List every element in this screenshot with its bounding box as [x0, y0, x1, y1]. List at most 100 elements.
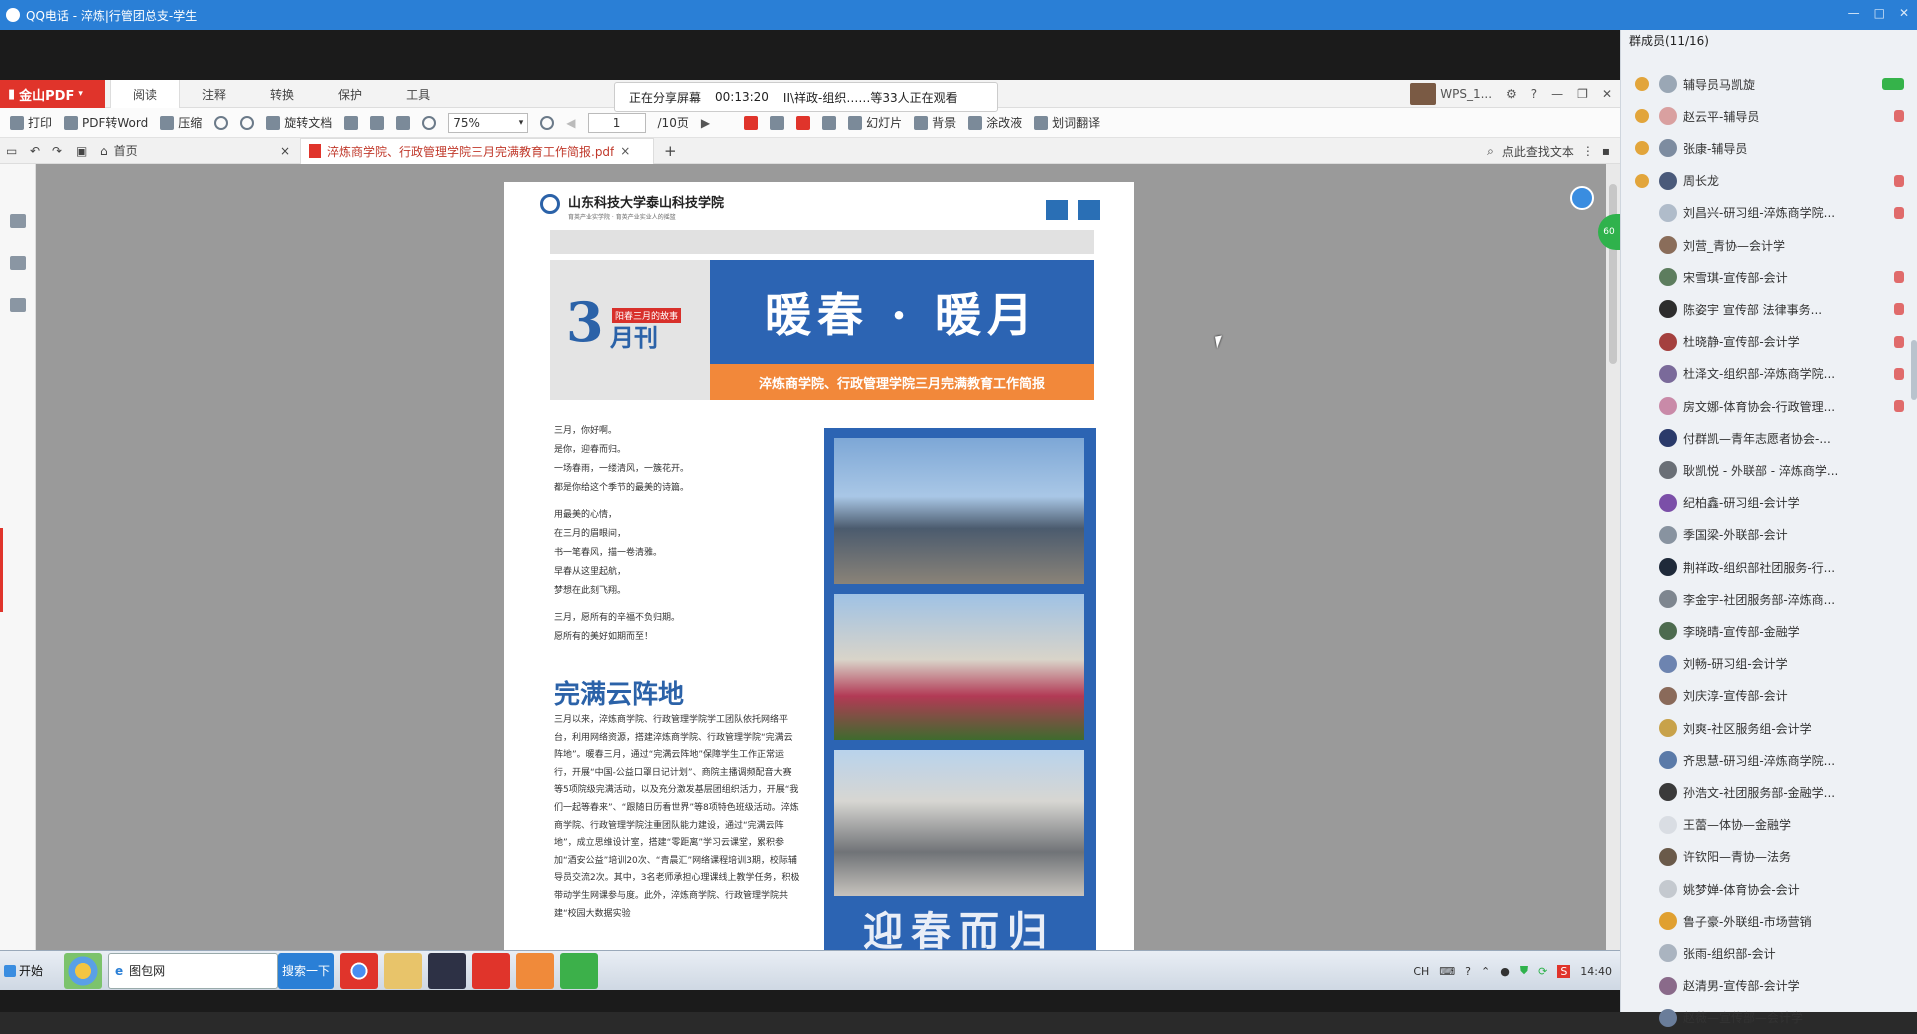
- input-language[interactable]: CH: [1413, 965, 1429, 978]
- mic-muted-icon[interactable]: [1894, 271, 1904, 284]
- redo-icon[interactable]: ↷: [52, 144, 62, 158]
- game-icon[interactable]: [428, 952, 466, 989]
- minimize-icon[interactable]: —: [1848, 6, 1860, 20]
- member-row[interactable]: 辅导员马凯旋: [1621, 68, 1917, 100]
- help-icon[interactable]: ?: [1531, 87, 1537, 101]
- menu-read[interactable]: 阅读: [110, 80, 181, 108]
- member-row[interactable]: 赵云平-辅导员: [1621, 100, 1917, 132]
- save-icon[interactable]: ▣: [76, 144, 87, 158]
- member-row[interactable]: 宋雪琪-宣传部-会计: [1621, 261, 1917, 293]
- minimize-icon[interactable]: —: [1551, 87, 1563, 101]
- mic-muted-icon[interactable]: [1894, 303, 1904, 316]
- menu-tools[interactable]: 工具: [384, 80, 452, 108]
- menu-annotate[interactable]: 注释: [180, 80, 248, 108]
- single-page-icon[interactable]: [344, 115, 359, 130]
- next-page-icon[interactable]: ▶: [701, 116, 710, 130]
- scrollbar-thumb[interactable]: [1609, 184, 1617, 364]
- more-icon[interactable]: ⋮: [1582, 144, 1594, 158]
- member-row[interactable]: 杜晓静-宣传部-会计学: [1621, 326, 1917, 358]
- close-icon[interactable]: ×: [620, 144, 630, 158]
- bookmark-icon[interactable]: [744, 115, 759, 130]
- mic-muted-icon[interactable]: [1894, 110, 1904, 123]
- member-row[interactable]: 刘畅-研习组-会计学: [1621, 648, 1917, 680]
- member-row[interactable]: 鲁子豪-外联组-市场营销: [1621, 905, 1917, 937]
- layout-icon[interactable]: [770, 115, 785, 130]
- ie-browser-icon[interactable]: [560, 952, 598, 989]
- member-row[interactable]: 付群凯—青年志愿者协会-...: [1621, 422, 1917, 454]
- restore-icon[interactable]: ❐: [1577, 87, 1588, 101]
- member-row[interactable]: 王蕾—体协—金融学: [1621, 809, 1917, 841]
- member-row[interactable]: 耿凯悦 - 外联部 - 淬炼商学...: [1621, 454, 1917, 486]
- translate-button[interactable]: 划词翻译: [1034, 114, 1100, 131]
- member-row[interactable]: 周长龙: [1621, 165, 1917, 197]
- attachment-icon[interactable]: [9, 298, 26, 312]
- thumbnail-icon[interactable]: [9, 256, 26, 270]
- settings-icon[interactable]: ⚙: [1506, 87, 1517, 101]
- outline-icon[interactable]: [9, 214, 26, 228]
- background-button[interactable]: 背景: [914, 114, 956, 131]
- wps-pdf-icon[interactable]: [472, 952, 510, 989]
- qq-tray-icon[interactable]: ●: [1500, 965, 1510, 978]
- rotate-left-icon[interactable]: [214, 115, 229, 130]
- member-row[interactable]: 刘庆淳-宣传部-会计: [1621, 680, 1917, 712]
- eraser-button[interactable]: 涂改液: [968, 114, 1022, 131]
- open-folder-icon[interactable]: ▭: [6, 144, 17, 158]
- member-row[interactable]: 李金宇-社团服务部-淬炼商...: [1621, 583, 1917, 615]
- chrome-icon[interactable]: [340, 952, 378, 989]
- zoom-select[interactable]: 75% ▾: [448, 112, 529, 133]
- highlight-icon[interactable]: [796, 115, 811, 130]
- keyboard-icon[interactable]: ⌨: [1439, 965, 1455, 978]
- find-text-button[interactable]: 点此查找文本: [1502, 143, 1574, 160]
- member-row[interactable]: 李晓晴-宣传部-金融学: [1621, 615, 1917, 647]
- clock[interactable]: 14:40: [1580, 965, 1612, 978]
- member-row[interactable]: 赵薇—宣传部—会计学: [1621, 1002, 1917, 1034]
- member-row[interactable]: 许钦阳—青协—法务: [1621, 841, 1917, 873]
- member-row[interactable]: 陈姿宇 宣传部 法律事务...: [1621, 293, 1917, 325]
- new-tab-icon[interactable]: +: [664, 142, 677, 160]
- browser-address-bar[interactable]: e 图包网: [108, 952, 278, 989]
- brand-button[interactable]: ▮ 金山PDF ▾: [0, 80, 105, 108]
- close-icon[interactable]: ✕: [1899, 6, 1909, 20]
- member-row[interactable]: 纪柏鑫-研习组-会计学: [1621, 487, 1917, 519]
- mic-muted-icon[interactable]: [1894, 400, 1904, 412]
- vertical-scrollbar[interactable]: [1606, 164, 1620, 950]
- maximize-icon[interactable]: □: [1874, 6, 1885, 20]
- mic-muted-icon[interactable]: [1894, 335, 1904, 348]
- fullscreen-icon[interactable]: [822, 115, 837, 130]
- undo-icon[interactable]: ↶: [30, 144, 40, 158]
- member-row[interactable]: 赵清男-宣传部-会计学: [1621, 970, 1917, 1002]
- rotate-right-icon[interactable]: [240, 115, 255, 130]
- slideshow-button[interactable]: 幻灯片: [848, 114, 902, 131]
- menu-convert[interactable]: 转换: [248, 80, 316, 108]
- wps-user[interactable]: WPS_1...: [1410, 83, 1492, 105]
- member-row[interactable]: 杜泽文-组织部-淬炼商学院...: [1621, 358, 1917, 390]
- remote-control-icon[interactable]: [1570, 186, 1594, 210]
- member-row[interactable]: 季国梁-外联部-会计: [1621, 519, 1917, 551]
- security-icon[interactable]: ⛊: [1520, 964, 1528, 978]
- member-row[interactable]: 齐思慧-研习组-淬炼商学院...: [1621, 744, 1917, 776]
- page-number-input[interactable]: 1: [587, 112, 646, 133]
- member-row[interactable]: 刘爽-社区服务组-会计学: [1621, 712, 1917, 744]
- menu-protect[interactable]: 保护: [316, 80, 384, 108]
- member-row[interactable]: 张康-辅导员: [1621, 132, 1917, 164]
- member-row[interactable]: 荆祥政-组织部社团服务-行...: [1621, 551, 1917, 583]
- member-row[interactable]: 孙浩文-社团服务部-金融学...: [1621, 776, 1917, 808]
- tray-expand-icon[interactable]: ⌃: [1481, 965, 1490, 978]
- continuous-page-icon[interactable]: [396, 115, 411, 130]
- zoom-in-icon[interactable]: [540, 115, 555, 130]
- double-page-icon[interactable]: [370, 115, 385, 130]
- member-row[interactable]: 姚梦婵-体育协会-会计: [1621, 873, 1917, 905]
- member-row[interactable]: 刘昌兴-研习组-淬炼商学院...: [1621, 197, 1917, 229]
- member-row[interactable]: 张雨-组织部-会计: [1621, 937, 1917, 969]
- app-launcher-icon[interactable]: [64, 952, 102, 989]
- folder-icon[interactable]: [384, 952, 422, 989]
- collapse-icon[interactable]: ▪: [1602, 144, 1610, 158]
- member-row[interactable]: 刘营_青协—会计学: [1621, 229, 1917, 261]
- member-row[interactable]: 房文娜-体育协会-行政管理...: [1621, 390, 1917, 422]
- sync-icon[interactable]: ⟳: [1538, 965, 1547, 978]
- zoom-out-icon[interactable]: [422, 115, 437, 130]
- ime-icon[interactable]: S: [1557, 964, 1571, 978]
- mic-muted-icon[interactable]: [1894, 174, 1904, 187]
- mic-muted-icon[interactable]: [1894, 206, 1904, 219]
- wps-slides-icon[interactable]: [516, 952, 554, 989]
